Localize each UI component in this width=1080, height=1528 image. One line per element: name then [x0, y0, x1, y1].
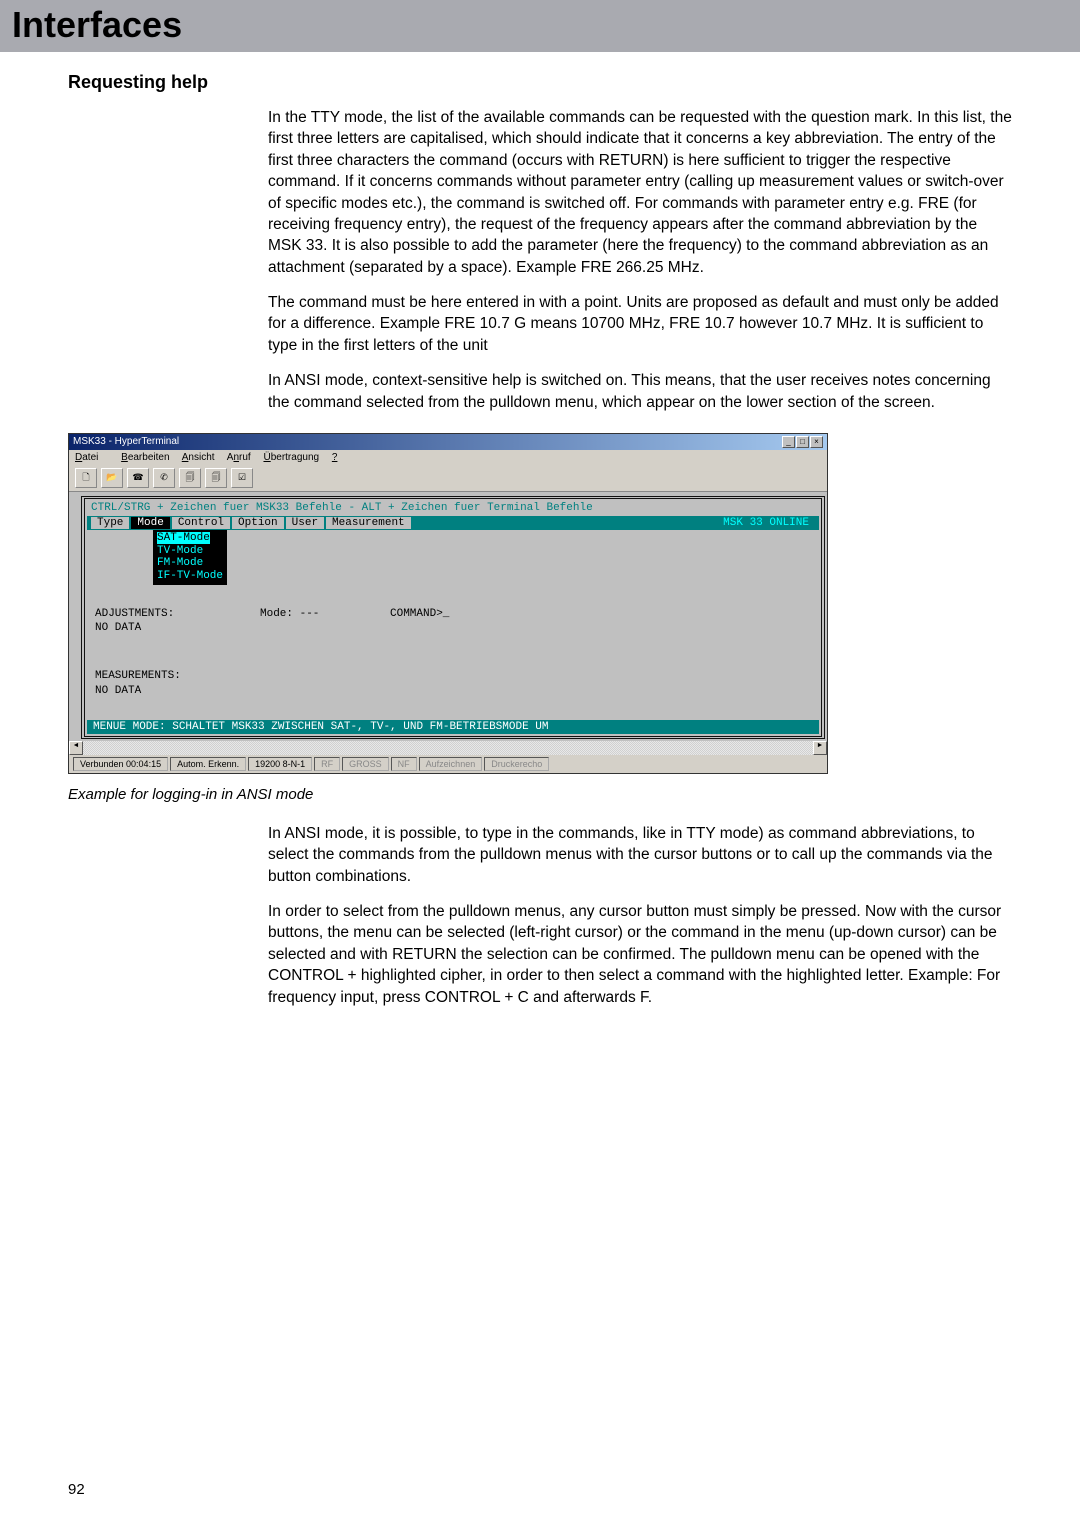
- toolbar-open-icon[interactable]: 📂: [101, 468, 123, 488]
- terminal-menu-row: Type Mode Control Option User Measuremen…: [87, 516, 819, 531]
- horizontal-scrollbar[interactable]: ◄ ►: [69, 741, 827, 755]
- paragraph: In ANSI mode, it is possible, to type in…: [268, 823, 1012, 887]
- toolbar-properties-icon[interactable]: ☑: [231, 468, 253, 488]
- status-rf: RF: [314, 757, 340, 771]
- page-header: Interfaces: [0, 0, 1080, 52]
- term-menu-option[interactable]: Option: [232, 517, 284, 530]
- terminal-area: CTRL/STRG + Zeichen fuer MSK33 Befehle -…: [69, 492, 827, 741]
- status-capture: Aufzeichnen: [419, 757, 483, 771]
- paragraph: The command must be here entered in with…: [268, 292, 1012, 356]
- paragraph: In order to select from the pulldown men…: [268, 901, 1012, 1008]
- toolbar-send-icon[interactable]: 🗐: [179, 468, 201, 488]
- status-echo: Druckerecho: [484, 757, 549, 771]
- terminal-hint-line: CTRL/STRG + Zeichen fuer MSK33 Befehle -…: [87, 501, 819, 516]
- toolbar-connect-icon[interactable]: ☎: [127, 468, 149, 488]
- status-caps: GROSS: [342, 757, 389, 771]
- scroll-left-icon[interactable]: ◄: [69, 741, 83, 755]
- paragraph: In the TTY mode, the list of the availab…: [268, 107, 1012, 278]
- status-connection-time: Verbunden 00:04:15: [73, 757, 168, 771]
- window-titlebar: MSK33 - HyperTerminal _ □ ×: [69, 434, 827, 450]
- dropdown-item[interactable]: IF-TV-Mode: [157, 570, 223, 583]
- menu-item[interactable]: Übertragung: [263, 452, 319, 463]
- app-menubar: Datei Bearbeiten Ansicht Anruf Übertragu…: [69, 450, 827, 465]
- term-menu-type[interactable]: Type: [91, 517, 129, 530]
- dropdown-item[interactable]: TV-Mode: [157, 545, 223, 558]
- content: Requesting help In the TTY mode, the lis…: [0, 72, 1080, 1008]
- terminal-status-line: MENUE MODE: SCHALTET MSK33 ZWISCHEN SAT-…: [87, 720, 819, 734]
- menu-item[interactable]: Ansicht: [182, 452, 215, 463]
- scroll-right-icon[interactable]: ►: [813, 741, 827, 755]
- toolbar: 🗋 📂 ☎ ✆ 🗐 🗐 ☑: [69, 465, 827, 492]
- window-title: MSK33 - HyperTerminal: [73, 436, 179, 447]
- menu-item[interactable]: ?: [332, 452, 338, 463]
- toolbar-disconnect-icon[interactable]: ✆: [153, 468, 175, 488]
- figure-caption: Example for logging-in in ANSI mode: [68, 786, 1012, 803]
- dropdown-item[interactable]: FM-Mode: [157, 557, 223, 570]
- toolbar-new-icon[interactable]: 🗋: [75, 468, 97, 488]
- status-num: NF: [391, 757, 417, 771]
- status-baud: 19200 8-N-1: [248, 757, 312, 771]
- menu-item[interactable]: Bearbeiten: [121, 452, 169, 463]
- section-heading: Requesting help: [68, 72, 1012, 93]
- no-data-label: NO DATA: [95, 621, 260, 635]
- close-icon[interactable]: ×: [810, 436, 823, 448]
- mode-value: Mode: ---: [260, 607, 390, 636]
- term-menu-control[interactable]: Control: [172, 517, 230, 530]
- maximize-icon[interactable]: □: [796, 436, 809, 448]
- term-menu-measurement[interactable]: Measurement: [326, 517, 411, 530]
- minimize-icon[interactable]: _: [782, 436, 795, 448]
- menu-item[interactable]: Anruf: [227, 452, 251, 463]
- window-controls: _ □ ×: [782, 436, 823, 448]
- menu-item[interactable]: Datei: [75, 452, 108, 463]
- command-prompt[interactable]: COMMAND>_: [390, 607, 449, 636]
- app-statusbar: Verbunden 00:04:15 Autom. Erkenn. 19200 …: [69, 755, 827, 773]
- page-title: Interfaces: [12, 4, 182, 45]
- toolbar-receive-icon[interactable]: 🗐: [205, 468, 227, 488]
- paragraph: In ANSI mode, context-sensitive help is …: [268, 370, 1012, 413]
- adjustments-label: ADJUSTMENTS:: [95, 607, 260, 621]
- page-number: 92: [68, 1481, 85, 1498]
- mode-dropdown[interactable]: SAT-Mode TV-Mode FM-Mode IF-TV-Mode: [153, 530, 227, 585]
- term-menu-mode[interactable]: Mode: [131, 517, 169, 530]
- dropdown-item[interactable]: SAT-Mode: [157, 532, 210, 544]
- terminal-screenshot: MSK33 - HyperTerminal _ □ × Datei Bearbe…: [68, 433, 828, 774]
- status-detect: Autom. Erkenn.: [170, 757, 246, 771]
- online-indicator: MSK 33 ONLINE: [717, 517, 815, 530]
- no-data-label: NO DATA: [95, 684, 811, 698]
- measurements-label: MEASUREMENTS:: [95, 669, 811, 683]
- term-menu-user[interactable]: User: [286, 517, 324, 530]
- scrollbar-track[interactable]: [83, 741, 813, 755]
